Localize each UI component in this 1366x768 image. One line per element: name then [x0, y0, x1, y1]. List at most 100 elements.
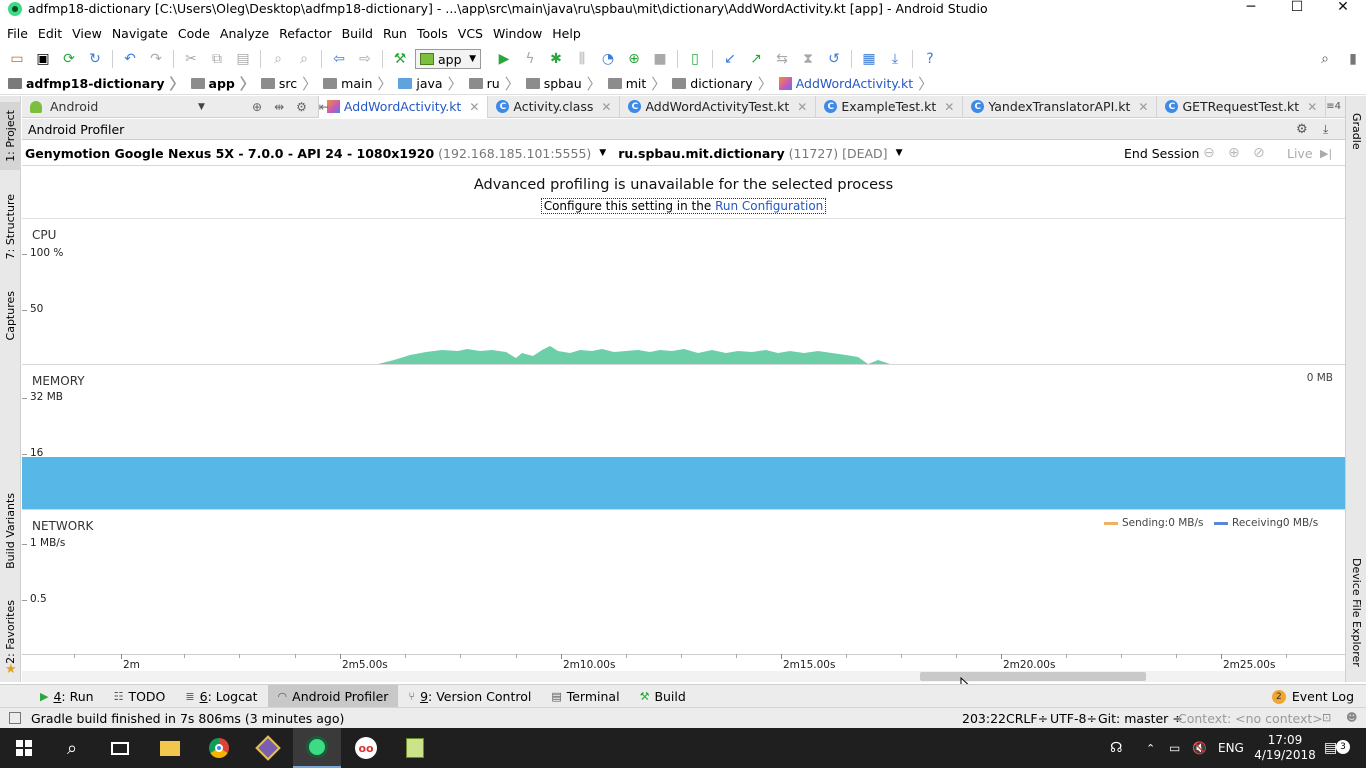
- caret-position[interactable]: 203:22: [962, 711, 1006, 726]
- maximize-button[interactable]: ☐: [1274, 0, 1320, 17]
- gear-icon[interactable]: ⚙: [1296, 122, 1308, 137]
- status-message[interactable]: Gradle build finished in 7s 806ms (3 min…: [31, 711, 344, 726]
- menu-analyze[interactable]: Analyze: [215, 26, 274, 41]
- tool-logcat[interactable]: ≣ 6: Logcat: [175, 685, 267, 708]
- breadcrumb-item-src[interactable]: src 〉: [260, 73, 323, 94]
- forward-icon[interactable]: ⇨: [352, 47, 378, 71]
- language-indicator[interactable]: ENG: [1218, 728, 1244, 768]
- tool-build[interactable]: ⚒ Build: [630, 685, 696, 708]
- paste-icon[interactable]: ▤: [230, 47, 256, 71]
- hide-panel-icon[interactable]: ⤓: [1323, 122, 1328, 137]
- zoom-in-icon[interactable]: ⊕: [1228, 145, 1240, 161]
- avd-manager-icon[interactable]: ▯: [682, 47, 708, 71]
- volume-mute-icon[interactable]: 🔇: [1192, 728, 1207, 768]
- line-separator[interactable]: CRLF÷: [1006, 711, 1048, 726]
- project-structure-icon[interactable]: ▦: [856, 47, 882, 71]
- close-button[interactable]: ✕: [1320, 0, 1366, 17]
- search-icon[interactable]: ⌕: [48, 728, 96, 768]
- inspector-icon[interactable]: ☻: [1346, 711, 1357, 724]
- coverage-icon[interactable]: ⫼: [569, 47, 595, 71]
- project-view-selector[interactable]: Android ▼ ⊕ ⇹ ⚙ ⇤: [22, 95, 329, 118]
- cpu-panel[interactable]: CPU 100 % 50: [21, 220, 1345, 365]
- breadcrumb-item-spbau[interactable]: spbau 〉: [525, 73, 608, 94]
- menu-code[interactable]: Code: [173, 26, 215, 41]
- collapse-icon[interactable]: ⇹: [274, 100, 284, 114]
- process-name[interactable]: ru.spbau.mit.dictionary: [618, 146, 784, 161]
- lock-icon[interactable]: ⊡: [1322, 711, 1331, 724]
- breadcrumb-item-ru[interactable]: ru 〉: [468, 73, 526, 94]
- menu-edit[interactable]: Edit: [33, 26, 67, 41]
- menu-window[interactable]: Window: [488, 26, 547, 41]
- tool-tab-device-file-explorer[interactable]: Device File Explorer: [1346, 554, 1366, 670]
- tool-terminal[interactable]: ▤ Terminal: [541, 685, 629, 708]
- tool-android-profiler[interactable]: ◠ Android Profiler: [267, 684, 399, 708]
- tab-yandextranslatorapi[interactable]: C YandexTranslatorAPI.kt ✕: [963, 95, 1158, 118]
- close-icon[interactable]: ✕: [1138, 100, 1148, 114]
- clock[interactable]: 17:09 4/19/2018: [1254, 728, 1316, 768]
- tool-tab-structure[interactable]: 7: Structure: [0, 188, 21, 266]
- hide-toolbar-icon[interactable]: ▮: [1340, 47, 1366, 71]
- attach-debugger-icon[interactable]: ⊕: [621, 47, 647, 71]
- scrollbar-thumb[interactable]: [920, 672, 1146, 681]
- refresh-icon[interactable]: ↻: [82, 47, 108, 71]
- make-icon[interactable]: ⚒: [387, 47, 413, 71]
- cut-icon[interactable]: ✂: [178, 47, 204, 71]
- zoom-out-icon[interactable]: ⊖: [1203, 145, 1215, 161]
- tab-getrequesttest[interactable]: C GETRequestTest.kt ✕: [1157, 95, 1327, 118]
- run-icon[interactable]: ▶: [491, 47, 517, 71]
- tab-addwordactivitytest[interactable]: C AddWordActivityTest.kt ✕: [620, 95, 817, 118]
- run-config-select[interactable]: app ▼: [415, 49, 481, 69]
- breadcrumb-item-project[interactable]: adfmp18-dictionary 〉: [8, 73, 191, 94]
- oo-app-icon[interactable]: oo: [342, 728, 390, 768]
- close-icon[interactable]: ✕: [601, 100, 611, 114]
- tool-tab-favorites[interactable]: 2: Favorites: [0, 596, 21, 668]
- menu-navigate[interactable]: Navigate: [107, 26, 173, 41]
- breadcrumb-item-dictionary[interactable]: dictionary 〉: [672, 73, 778, 94]
- open-icon[interactable]: ▭: [4, 47, 30, 71]
- start-button[interactable]: [0, 728, 48, 768]
- device-name[interactable]: Genymotion Google Nexus 5X - 7.0.0 - API…: [25, 146, 434, 161]
- end-session-button[interactable]: End Session: [1124, 146, 1199, 161]
- task-view-icon[interactable]: [96, 728, 144, 768]
- close-icon[interactable]: ✕: [1307, 100, 1317, 114]
- replace-icon[interactable]: ⌕: [291, 47, 317, 71]
- chevron-down-icon[interactable]: ▼: [599, 148, 606, 158]
- search-everywhere-icon[interactable]: ⌕: [1312, 47, 1338, 71]
- menu-build[interactable]: Build: [337, 26, 378, 41]
- live-button[interactable]: Live: [1287, 146, 1313, 161]
- chevron-up-icon[interactable]: ⌃: [1146, 728, 1155, 768]
- stop-icon[interactable]: ■: [647, 47, 673, 71]
- find-icon[interactable]: ⌕: [265, 47, 291, 71]
- menu-file[interactable]: File: [2, 26, 33, 41]
- tab-exampletest[interactable]: C ExampleTest.kt ✕: [816, 95, 964, 118]
- tool-tab-gradle[interactable]: Gradle: [1346, 104, 1366, 158]
- close-icon[interactable]: ✕: [797, 100, 807, 114]
- network-panel[interactable]: NETWORK 1 MB/s 0.5 Sending:0 MB/s Receiv…: [21, 511, 1345, 655]
- help-icon[interactable]: ?: [917, 47, 943, 71]
- vcs-commit-icon[interactable]: ↗: [743, 47, 769, 71]
- undo-icon[interactable]: ↶: [117, 47, 143, 71]
- minimize-button[interactable]: ─: [1228, 0, 1274, 17]
- redo-icon[interactable]: ↷: [143, 47, 169, 71]
- breadcrumb-item-app[interactable]: app 〉: [190, 73, 261, 94]
- gitkraken-icon[interactable]: [244, 728, 292, 768]
- file-encoding[interactable]: UTF-8÷: [1050, 711, 1097, 726]
- people-icon[interactable]: ☊: [1110, 728, 1122, 768]
- tool-windows-toggle-icon[interactable]: [9, 712, 21, 724]
- tool-version-control[interactable]: ⑂ 9: Version Control: [398, 685, 541, 708]
- apply-changes-icon[interactable]: ϟ: [517, 47, 543, 71]
- android-studio-taskbar-icon[interactable]: [293, 728, 341, 768]
- breadcrumb-item-file[interactable]: AddWordActivity.kt 〉: [778, 73, 939, 94]
- tab-activity-class[interactable]: C Activity.class ✕: [488, 95, 621, 118]
- vcs-history-icon[interactable]: ⧗: [795, 47, 821, 71]
- back-icon[interactable]: ⇦: [326, 47, 352, 71]
- battery-icon[interactable]: ▭: [1169, 728, 1180, 768]
- sdk-manager-icon[interactable]: ⤓: [882, 47, 908, 71]
- breadcrumb-item-mit[interactable]: mit 〉: [607, 73, 673, 94]
- chevron-down-icon[interactable]: ▼: [896, 148, 903, 158]
- event-log-button[interactable]: 2 Event Log: [1271, 685, 1354, 708]
- vcs-revert-icon[interactable]: ↺: [821, 47, 847, 71]
- breadcrumb-item-main[interactable]: main 〉: [323, 73, 398, 94]
- breadcrumb-item-java[interactable]: java 〉: [398, 73, 468, 94]
- tool-tab-build-variants[interactable]: Build Variants: [0, 486, 21, 576]
